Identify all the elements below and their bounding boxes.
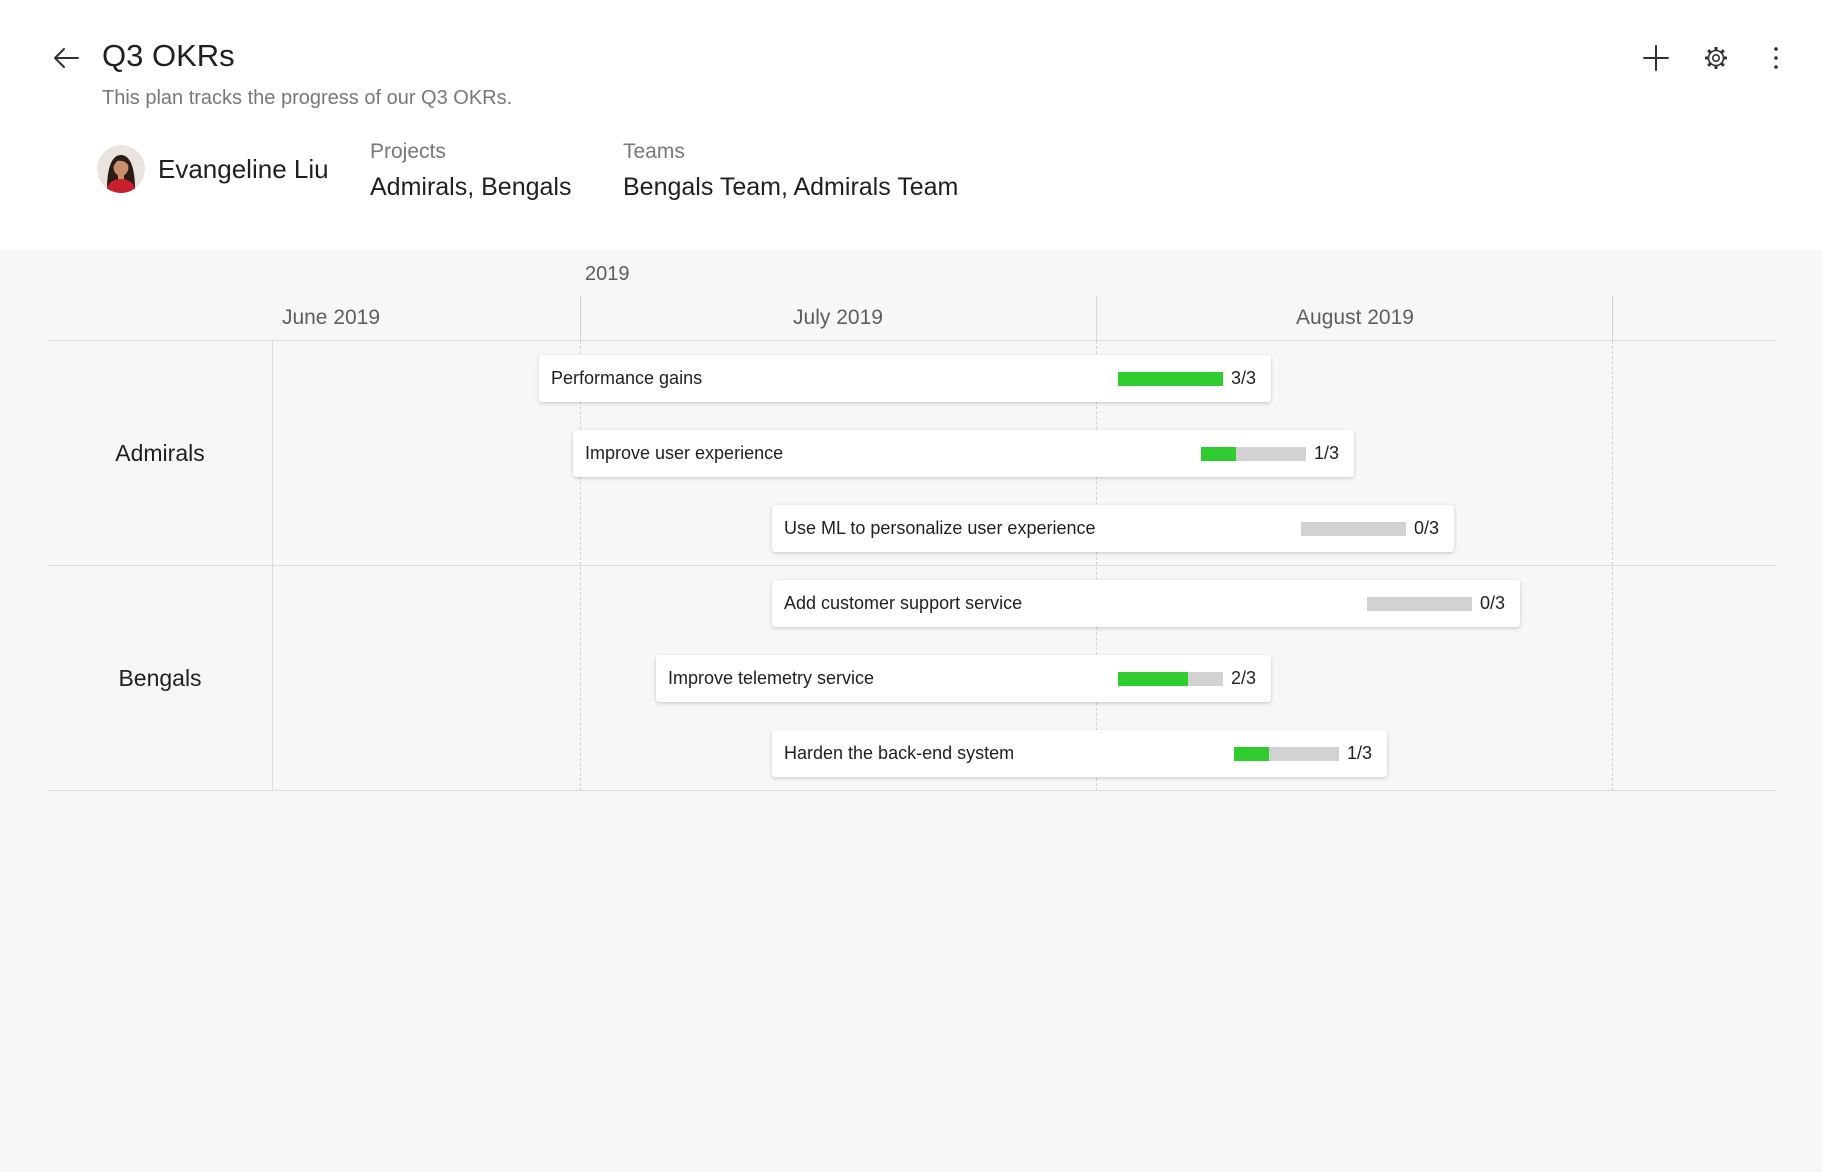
row-divider: [48, 790, 1776, 791]
plus-icon: [1643, 45, 1669, 71]
okr-card[interactable]: Add customer support service 0/3: [772, 580, 1520, 627]
okr-card[interactable]: Improve user experience 1/3: [573, 430, 1354, 477]
more-vertical-icon: [1774, 47, 1778, 69]
scrollbar[interactable]: [1822, 226, 1826, 1172]
okr-title: Performance gains: [551, 368, 703, 388]
page-description: This plan tracks the progress of our Q3 …: [102, 87, 513, 109]
okr-title: Use ML to personalize user experience: [784, 518, 1096, 538]
month-gridline: [580, 341, 581, 791]
progress-bar: [1233, 746, 1339, 761]
month-gridline: [1096, 341, 1097, 791]
progress-bar-fill: [1117, 371, 1223, 386]
okr-card[interactable]: Harden the back-end system 1/3: [772, 730, 1387, 777]
month-header-june: June 2019: [281, 306, 381, 329]
progress-bar: [1300, 521, 1406, 536]
okr-title: Harden the back-end system: [784, 743, 1015, 763]
progress-count: 0/3: [1479, 593, 1505, 613]
teams-info: Teams Bengals Team, Admirals Team: [623, 139, 958, 203]
avatar[interactable]: [97, 145, 145, 193]
plan-owner: Evangeline Liu: [97, 145, 329, 193]
owner-name: Evangeline Liu: [158, 153, 329, 184]
okr-card[interactable]: Use ML to personalize user experience 0/…: [772, 505, 1454, 552]
back-button[interactable]: [46, 40, 86, 76]
page-title: Q3 OKRs: [102, 38, 235, 73]
okr-title: Improve telemetry service: [668, 668, 875, 688]
row-divider: [48, 565, 1776, 566]
month-gridline: [1612, 341, 1613, 791]
gear-icon: [1705, 47, 1727, 69]
more-options-button[interactable]: [1756, 38, 1796, 78]
projects-value: Admirals, Bengals: [370, 173, 572, 201]
plan-header: Q3 OKRs This plan tracks the progress of…: [0, 0, 1826, 250]
month-divider: [1096, 296, 1097, 341]
okr-progress: 0/3: [1366, 580, 1505, 627]
progress-count: 1/3: [1313, 443, 1339, 463]
progress-bar-fill: [1200, 446, 1236, 461]
okr-progress: 1/3: [1233, 730, 1372, 777]
progress-bar-fill: [1117, 671, 1188, 686]
group-label-admirals: Admirals: [115, 440, 205, 466]
okr-progress: 1/3: [1200, 430, 1339, 477]
projects-info: Projects Admirals, Bengals: [370, 139, 571, 203]
progress-count: 2/3: [1230, 668, 1256, 688]
okr-card[interactable]: Improve telemetry service 2/3: [656, 655, 1271, 702]
progress-count: 1/3: [1346, 743, 1372, 763]
teams-label: Teams: [623, 140, 685, 163]
progress-count: 0/3: [1413, 518, 1439, 538]
okr-progress: 3/3: [1117, 355, 1256, 402]
group-label-bengals: Bengals: [118, 665, 202, 691]
progress-bar-fill: [1233, 746, 1269, 761]
row-divider: [48, 340, 1776, 341]
month-divider: [1612, 296, 1613, 341]
okr-progress: 0/3: [1300, 505, 1439, 552]
okr-progress: 2/3: [1117, 655, 1256, 702]
progress-bar: [1200, 446, 1306, 461]
group-column-divider: [272, 341, 273, 791]
timeline-year: 2019: [585, 263, 630, 285]
progress-bar: [1366, 596, 1472, 611]
month-header-august: August 2019: [1296, 306, 1414, 329]
progress-bar: [1117, 671, 1223, 686]
okr-title: Add customer support service: [784, 593, 1023, 613]
okr-card[interactable]: Performance gains 3/3: [539, 355, 1271, 402]
settings-button[interactable]: [1696, 38, 1736, 78]
progress-bar: [1117, 371, 1223, 386]
month-header-july: July 2019: [793, 306, 883, 329]
okr-title: Improve user experience: [585, 443, 784, 463]
projects-label: Projects: [370, 140, 446, 163]
month-divider: [580, 296, 581, 341]
back-arrow-icon: [54, 48, 79, 68]
progress-count: 3/3: [1230, 368, 1256, 388]
teams-value: Bengals Team, Admirals Team: [623, 173, 959, 201]
add-button[interactable]: [1636, 38, 1676, 78]
